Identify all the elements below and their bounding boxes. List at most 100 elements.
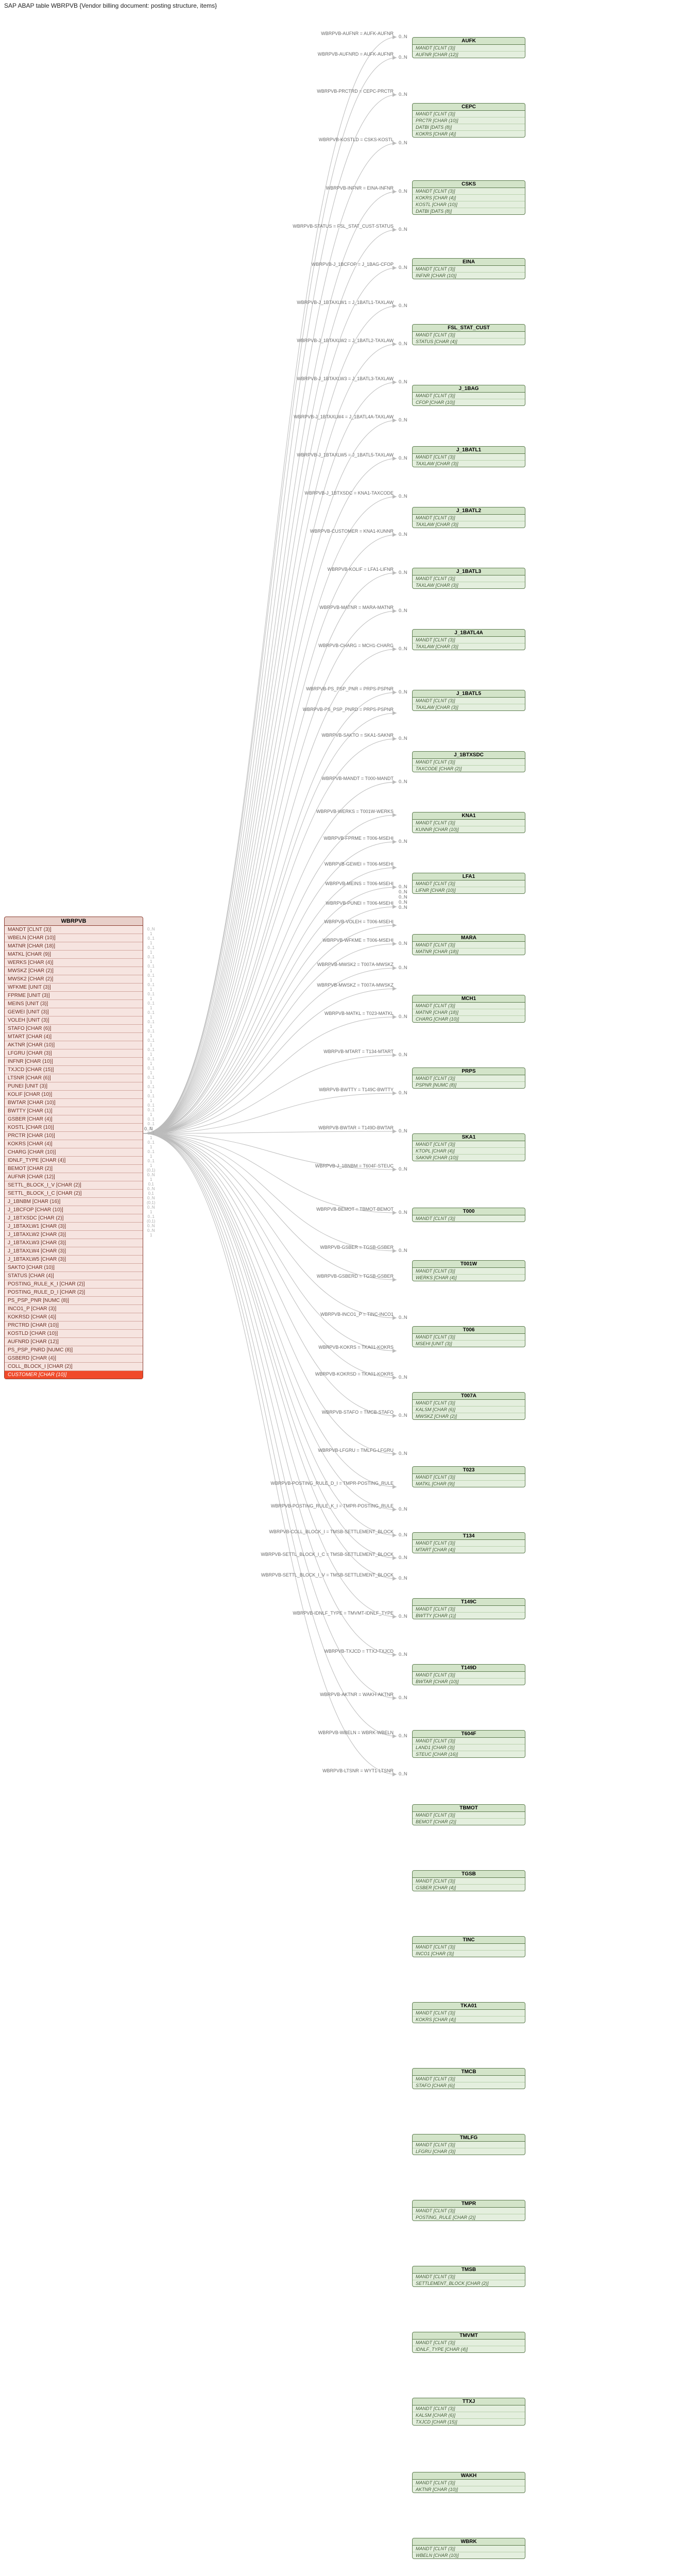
target-node-title: T149C xyxy=(413,1599,525,1606)
main-node-field: VOLEH [UNIT (3)] xyxy=(5,1016,143,1025)
target-node-field: AKTNR [CHAR (10)] xyxy=(413,2486,525,2493)
edge-label: WBRPVB-POSTING_RULE_K_I = TMPR-POSTING_R… xyxy=(271,1503,394,1509)
main-node-field: SETTL_BLOCK_I_V [CHAR (2)] xyxy=(5,1181,143,1190)
edge-label: WBRPVB-J_1BTAXLW3 = J_1BATL3-TAXLAW xyxy=(297,376,394,381)
target-node-field: MANDT [CLNT (3)] xyxy=(413,454,525,461)
edge-label: WBRPVB-TXJCD = TTXJ-TXJCD xyxy=(324,1649,394,1654)
target-node: T006MANDT [CLNT (3)]MSEHI [UNIT (3)] xyxy=(412,1326,525,1347)
edge-label: WBRPVB-J_1BTAXLW1 = J_1BATL1-TAXLAW xyxy=(297,300,394,305)
target-node-title: J_1BAG xyxy=(413,385,525,393)
edge-label: WBRPVB-PUNEI = T006-MSEHI xyxy=(326,901,394,906)
target-node-title: J_1BATL4A xyxy=(413,630,525,637)
target-node-field: MANDT [CLNT (3)] xyxy=(413,111,525,117)
main-node-field: AKTNR [CHAR (10)] xyxy=(5,1041,143,1049)
target-node: CEPCMANDT [CLNT (3)]PRCTR [CHAR (10)]DAT… xyxy=(412,103,525,138)
target-node-field: MANDT [CLNT (3)] xyxy=(413,575,525,582)
target-node-title: FSL_STAT_CUST xyxy=(413,325,525,332)
main-node-field: BWTAR [CHAR (10)] xyxy=(5,1099,143,1107)
edge-path xyxy=(143,95,397,1133)
target-node-field: MANDT [CLNT (3)] xyxy=(413,2405,525,2412)
target-node: TBMOTMANDT [CLNT (3)]BEMOT [CHAR (2)] xyxy=(412,1804,525,1825)
edge-label: WBRPVB-SETTL_BLOCK_I_C = TMSB-SETTLEMENT… xyxy=(261,1552,394,1557)
edge-path xyxy=(143,1055,397,1133)
main-node-field: CUSTOMER [CHAR (10)] xyxy=(5,1371,143,1379)
target-node-field: MANDT [CLNT (3)] xyxy=(413,2076,525,2082)
edge-label: WBRPVB-WERKS = T001W-WERKS xyxy=(316,809,394,814)
target-node-field: POSTING_RULE [CHAR (2)] xyxy=(413,2214,525,2221)
target-node: T149CMANDT [CLNT (3)]BWTTY [CHAR (1)] xyxy=(412,1598,525,1619)
target-node-title: J_1BATL1 xyxy=(413,447,525,454)
main-node-field: FPRME [UNIT (3)] xyxy=(5,992,143,1000)
target-node-field: MANDT [CLNT (3)] xyxy=(413,1672,525,1679)
target-node-field: SETTLEMENT_BLOCK [CHAR (2)] xyxy=(413,2280,525,2286)
main-node-field: WFKME [UNIT (3)] xyxy=(5,984,143,992)
main-node-field: J_1BTAXLW5 [CHAR (3)] xyxy=(5,1256,143,1264)
edge-label: WBRPVB-LFGRU = TMLFG-LFGRU xyxy=(318,1448,394,1453)
target-node-field: TXJCD [CHAR (15)] xyxy=(413,2419,525,2425)
target-node-field: MANDT [CLNT (3)] xyxy=(413,45,525,52)
target-node: KNA1MANDT [CLNT (3)]KUNNR [CHAR (10)] xyxy=(412,812,525,833)
target-node-title: J_1BATL2 xyxy=(413,507,525,515)
main-node-field: KOSTL [CHAR (10)] xyxy=(5,1124,143,1132)
edge-right-cardinality: 0..N xyxy=(399,140,407,145)
target-node-title: AUFK xyxy=(413,38,525,45)
target-node: WAKHMANDT [CLNT (3)]AKTNR [CHAR (10)] xyxy=(412,2472,525,2493)
edge-label: WBRPVB-MANDT = T000-MANDT xyxy=(322,776,394,781)
edge-right-cardinality: 0..N xyxy=(399,1771,407,1776)
main-node-field: SAKTO [CHAR (10)] xyxy=(5,1264,143,1272)
target-node: PRPSMANDT [CLNT (3)]PSPNR [NUMC (8)] xyxy=(412,1067,525,1089)
edge-label: WBRPVB-GSBER = TGSB-GSBER xyxy=(320,1245,394,1250)
target-node-field: GSBER [CHAR (4)] xyxy=(413,1885,525,1891)
target-node-title: TGSB xyxy=(413,1871,525,1878)
target-node-field: MANDT [CLNT (3)] xyxy=(413,2208,525,2214)
edge-path xyxy=(143,1133,397,1535)
target-node-field: MATNR [CHAR (18)] xyxy=(413,948,525,955)
target-node-field: BWTTY [CHAR (1)] xyxy=(413,1613,525,1619)
target-node-field: MTART [CHAR (4)] xyxy=(413,1547,525,1553)
target-node-title: TMPR xyxy=(413,2200,525,2208)
edge-right-cardinality: 0..N xyxy=(399,1652,407,1657)
edge-label: WBRPVB-POSTING_RULE_D_I = TMPR-POSTING_R… xyxy=(270,1481,394,1486)
target-node-title: TKA01 xyxy=(413,2003,525,2010)
edge-right-cardinality: 0..N xyxy=(399,965,407,970)
main-node-field: J_1BTAXLW4 [CHAR (3)] xyxy=(5,1247,143,1256)
edge-right-cardinality: 0..N xyxy=(399,1506,407,1512)
target-node-field: MANDT [CLNT (3)] xyxy=(413,759,525,766)
target-node-field: MANDT [CLNT (3)] xyxy=(413,1268,525,1275)
target-node-field: CHARG [CHAR (10)] xyxy=(413,1016,525,1022)
target-node-field: MANDT [CLNT (3)] xyxy=(413,266,525,273)
edge-label: WBRPVB-KOKRS = TKA01-KOKRS xyxy=(318,1345,394,1350)
target-node-title: TINC xyxy=(413,1937,525,1944)
target-node-field: LFGRU [CHAR (3)] xyxy=(413,2148,525,2155)
target-node-field: TAXLAW [CHAR (3)] xyxy=(413,582,525,588)
main-node-field: MWSK2 [CHAR (2)] xyxy=(5,975,143,984)
main-node-field: STATUS [CHAR (4)] xyxy=(5,1272,143,1280)
main-node-field: AUFNRD [CHAR (12)] xyxy=(5,1338,143,1346)
edge-right-cardinality: 0..N xyxy=(399,1375,407,1380)
target-node-title: TBMOT xyxy=(413,1805,525,1812)
target-node: T007AMANDT [CLNT (3)]KALSM [CHAR (6)]MWS… xyxy=(412,1392,525,1420)
target-node: CSKSMANDT [CLNT (3)]KOKRS [CHAR (4)]KOST… xyxy=(412,180,525,215)
target-node-field: MANDT [CLNT (3)] xyxy=(413,1003,525,1009)
edge-path xyxy=(143,1133,397,1774)
target-node: J_1BAGMANDT [CLNT (3)]CFOP [CHAR (10)] xyxy=(412,385,525,406)
target-node-title: CSKS xyxy=(413,181,525,188)
target-node-title: T134 xyxy=(413,1533,525,1540)
target-node-title: T149D xyxy=(413,1665,525,1672)
target-node-field: WBELN [CHAR (10)] xyxy=(413,2552,525,2558)
target-node-title: WAKH xyxy=(413,2472,525,2480)
edge-right-cardinality: 0..N xyxy=(399,1451,407,1456)
main-node-field: INFNR [CHAR (10)] xyxy=(5,1058,143,1066)
edge-label: WBRPVB-MATNR = MARA-MATNR xyxy=(319,605,394,610)
main-node-field: CHARG [CHAR (10)] xyxy=(5,1148,143,1157)
target-node-field: MANDT [CLNT (3)] xyxy=(413,2546,525,2552)
target-node-field: MANDT [CLNT (3)] xyxy=(413,1075,525,1082)
target-node-title: TMSB xyxy=(413,2266,525,2274)
main-node-field: J_1BTAXLW2 [CHAR (3)] xyxy=(5,1231,143,1239)
target-node: MARAMANDT [CLNT (3)]MATNR [CHAR (18)] xyxy=(412,934,525,955)
edge-label: WBRPVB-PS_PSP_PNRD = PRPS-PSPNR xyxy=(303,707,394,712)
edge-right-cardinality: 0..N xyxy=(399,1614,407,1619)
edge-right-cardinality: 0..N xyxy=(399,1532,407,1537)
edge-label: WBRPVB-GSBERD = TGSB-GSBER xyxy=(317,1274,394,1279)
edge-right-cardinality: 0..N xyxy=(399,494,407,499)
